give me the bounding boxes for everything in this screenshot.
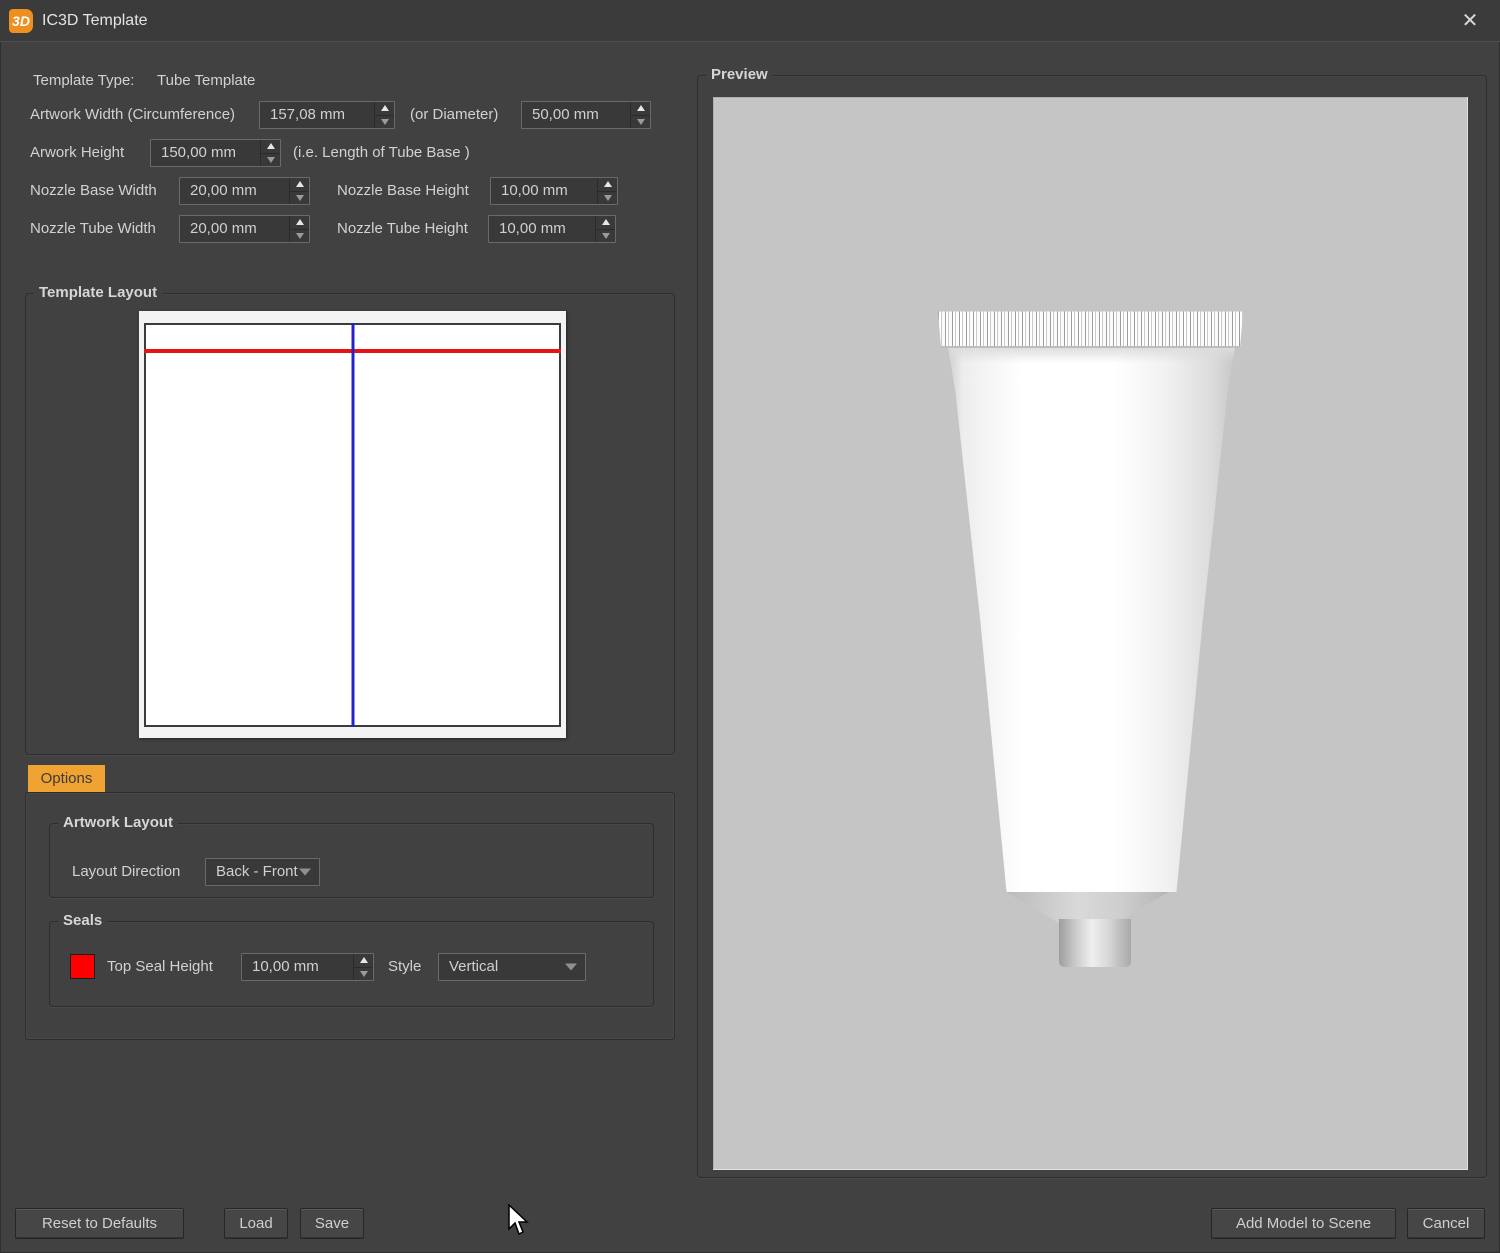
options-panel: Artwork Layout Layout Direction Back - F… [25, 792, 675, 1040]
reset-to-defaults-button[interactable]: Reset to Defaults [15, 1208, 184, 1239]
tab-options[interactable]: Options [28, 765, 105, 792]
nozzle-tube-height-spinner[interactable] [595, 216, 615, 242]
template-artwork-rect [144, 323, 561, 727]
seal-color-swatch[interactable] [70, 954, 95, 979]
seal-style-value: Vertical [439, 954, 585, 980]
artwork-height-note: (i.e. Length of Tube Base ) [293, 139, 470, 167]
window-title: IC3D Template [42, 0, 148, 42]
save-button[interactable]: Save [300, 1208, 364, 1239]
ic3d-logo-icon: 3D [9, 9, 33, 33]
template-type-label: Template Type: [33, 67, 134, 95]
nozzle-base-height-field[interactable]: 10,00 mm [490, 177, 618, 205]
template-type-value: Tube Template [157, 67, 255, 95]
ic3d-template-dialog: 3D IC3D Template ✕ Template Type: Tube T… [0, 0, 1500, 1253]
spin-up-icon[interactable] [596, 216, 615, 229]
artwork-width-field[interactable]: 157,08 mm [259, 101, 395, 129]
chevron-down-icon [299, 869, 311, 876]
nozzle-base-width-spinner[interactable] [289, 178, 309, 204]
nozzle-base-height-spinner[interactable] [597, 178, 617, 204]
seals-title: Seals [58, 911, 107, 931]
center-fold-line [351, 323, 354, 727]
tube-nozzle [1059, 919, 1131, 967]
spin-down-icon[interactable] [598, 191, 617, 205]
spin-down-icon[interactable] [354, 967, 373, 981]
diameter-field[interactable]: 50,00 mm [521, 101, 651, 129]
nozzle-tube-width-spinner[interactable] [289, 216, 309, 242]
artwork-width-label: Artwork Width (Circumference) [30, 101, 235, 129]
spin-down-icon[interactable] [261, 153, 280, 167]
tube-crimp-seal [938, 310, 1243, 348]
titlebar: 3D IC3D Template ✕ [0, 0, 1500, 42]
or-diameter-label: (or Diameter) [410, 101, 498, 129]
diameter-spinner[interactable] [630, 102, 650, 128]
top-seal-height-label: Top Seal Height [107, 953, 213, 981]
nozzle-tube-width-field[interactable]: 20,00 mm [179, 215, 310, 243]
artwork-height-spinner[interactable] [260, 140, 280, 166]
chevron-down-icon [565, 964, 577, 971]
template-layout-title: Template Layout [34, 283, 162, 303]
spin-up-icon[interactable] [631, 102, 650, 115]
spin-down-icon[interactable] [631, 115, 650, 129]
nozzle-base-width-field[interactable]: 20,00 mm [179, 177, 310, 205]
preview-group: Preview [697, 75, 1487, 1178]
spin-up-icon[interactable] [290, 178, 309, 191]
spin-up-icon[interactable] [598, 178, 617, 191]
spin-up-icon[interactable] [354, 954, 373, 967]
layout-direction-dropdown[interactable]: Back - Front [205, 858, 320, 886]
spin-down-icon[interactable] [596, 229, 615, 243]
mouse-cursor-icon [508, 1204, 530, 1238]
nozzle-tube-width-label: Nozzle Tube Width [30, 215, 156, 243]
seal-style-label: Style [388, 953, 421, 981]
close-icon[interactable]: ✕ [1452, 0, 1488, 42]
template-layout-canvas [139, 311, 566, 738]
artwork-layout-group: Artwork Layout Layout Direction Back - F… [49, 823, 654, 898]
seals-group: Seals Top Seal Height 10,00 mm Style Ver… [49, 921, 654, 1007]
add-model-to-scene-button[interactable]: Add Model to Scene [1211, 1208, 1396, 1239]
template-layout-group: Template Layout [25, 293, 675, 755]
spin-down-icon[interactable] [290, 229, 309, 243]
top-seal-height-field[interactable]: 10,00 mm [241, 953, 374, 981]
spin-down-icon[interactable] [290, 191, 309, 205]
spin-up-icon[interactable] [375, 102, 394, 115]
preview-canvas[interactable] [713, 97, 1468, 1170]
layout-direction-label: Layout Direction [72, 858, 180, 886]
artwork-width-spinner[interactable] [374, 102, 394, 128]
spin-up-icon[interactable] [261, 140, 280, 153]
spin-down-icon[interactable] [375, 115, 394, 129]
nozzle-base-width-label: Nozzle Base Width [30, 177, 157, 205]
tube-body [945, 347, 1238, 892]
cancel-button[interactable]: Cancel [1407, 1208, 1485, 1239]
artwork-height-label: Arwork Height [30, 139, 124, 167]
nozzle-tube-height-label: Nozzle Tube Height [337, 215, 468, 243]
spin-up-icon[interactable] [290, 216, 309, 229]
top-seal-height-spinner[interactable] [353, 954, 373, 980]
nozzle-tube-height-field[interactable]: 10,00 mm [488, 215, 616, 243]
nozzle-base-height-label: Nozzle Base Height [337, 177, 469, 205]
load-button[interactable]: Load [224, 1208, 288, 1239]
preview-title: Preview [706, 65, 773, 85]
artwork-height-field[interactable]: 150,00 mm [150, 139, 281, 167]
artwork-layout-title: Artwork Layout [58, 813, 178, 833]
seal-style-dropdown[interactable]: Vertical [438, 953, 586, 981]
